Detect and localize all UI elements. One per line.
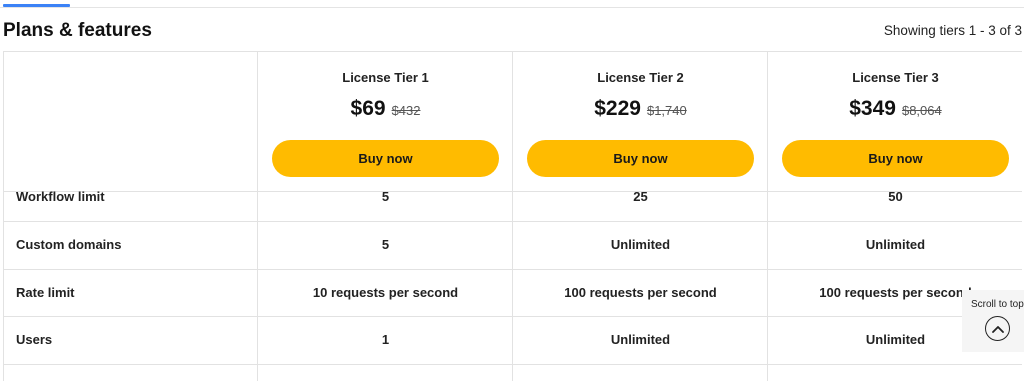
feature-value: 25 <box>633 189 648 204</box>
tier-header-3: License Tier 3 $349 $8,064 Buy now <box>768 52 1023 191</box>
feature-value: Unlimited <box>610 237 671 252</box>
tier-name: License Tier 3 <box>852 70 939 85</box>
scroll-to-top-button[interactable]: Scroll to top <box>962 290 1024 352</box>
feature-value: 5 <box>381 237 390 252</box>
tier-price: $229 <box>594 97 641 120</box>
row-divider <box>4 364 1022 365</box>
feature-value: 100 requests per second <box>564 285 717 300</box>
price-row: $349 $8,064 <box>768 97 1023 121</box>
row-divider <box>4 269 1022 270</box>
plans-comparison-table: License Tier 1 $69 $432 Buy now License … <box>3 51 1022 381</box>
feature-label: Users <box>16 332 53 347</box>
row-divider <box>4 316 1022 317</box>
feature-value: 10 requests per second <box>312 285 459 300</box>
feature-value: 5 <box>381 189 390 204</box>
row-divider <box>4 221 1022 222</box>
tier-header-1: License Tier 1 $69 $432 Buy now <box>258 52 513 191</box>
scroll-to-top-label: Scroll to top <box>971 299 1024 310</box>
feature-value: 50 <box>888 189 903 204</box>
feature-label: Custom domains <box>16 237 122 252</box>
feature-label: Workflow limit <box>16 189 105 204</box>
feature-value: 1 <box>381 332 390 347</box>
feature-label: Rate limit <box>16 285 75 300</box>
tier-name: License Tier 1 <box>342 70 429 85</box>
buy-now-button-tier-1[interactable]: Buy now <box>272 140 499 177</box>
tier-original-price: $432 <box>391 103 421 118</box>
tier-header-2: License Tier 2 $229 $1,740 Buy now <box>513 52 768 191</box>
buy-now-button-tier-2[interactable]: Buy now <box>527 140 754 177</box>
tier-original-price: $8,064 <box>901 103 942 118</box>
buy-now-button-tier-3[interactable]: Buy now <box>782 140 1009 177</box>
price-row: $229 $1,740 <box>513 97 768 121</box>
tier-original-price: $1,740 <box>646 103 687 118</box>
top-divider <box>0 7 1024 8</box>
feature-value: Unlimited <box>610 332 671 347</box>
active-tab-indicator <box>3 4 70 7</box>
tier-name: License Tier 2 <box>597 70 684 85</box>
tier-price: $69 <box>350 97 386 120</box>
price-row: $69 $432 <box>258 97 513 121</box>
tier-price: $349 <box>849 97 896 120</box>
chevron-up-icon <box>985 316 1010 341</box>
tier-count-label: Showing tiers 1 - 3 of 3 <box>883 23 1022 38</box>
feature-value: Unlimited <box>865 237 926 252</box>
page-title: Plans & features <box>3 20 152 41</box>
